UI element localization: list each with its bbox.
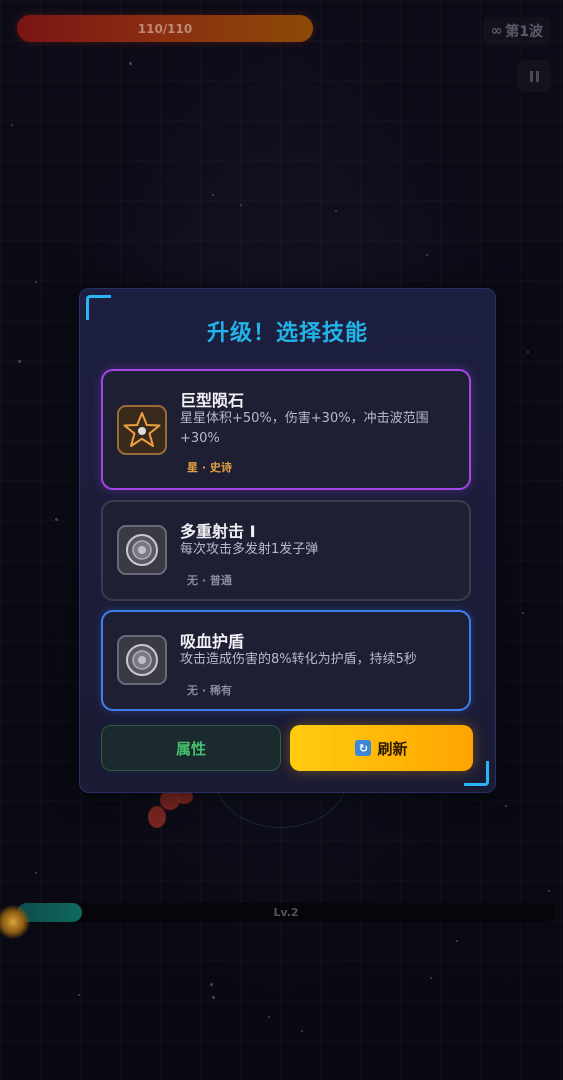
skill-description: 星星体积+50%，伤害+30%，冲击波范围+30% [180,411,429,446]
orb-icon [117,525,167,575]
skill-tag: 无 · 普通 [187,574,232,587]
background-star [426,254,428,256]
skill-name: 巨型陨石 [180,391,245,410]
enemy-blob [148,806,166,828]
refresh-label: 刷新 [377,739,408,758]
background-star [35,281,37,283]
background-star [505,805,507,807]
skill-card-vampire-shield[interactable]: 吸血护盾 攻击造成伤害的8%转化为护盾，持续5秒 无 · 稀有 [101,610,471,711]
background-star [212,194,214,196]
background-star [18,360,21,363]
background-star [35,872,37,874]
background-star [78,994,80,996]
exp-bar: Lv.2 [17,903,555,922]
background-star [210,983,213,986]
pause-icon [535,70,539,82]
background-star [11,124,13,126]
background-star [456,940,458,942]
background-star [212,996,215,999]
background-star [527,351,529,353]
skill-description: 每次攻击多发射1发子弹 [180,542,319,557]
wave-label: 第1波 [505,24,543,40]
infinity-icon: ∞ [490,23,503,39]
background-star [301,1030,303,1032]
background-star [129,62,132,65]
background-star [268,1016,270,1018]
level-up-modal: 升级！选择技能 巨型陨石 星星体积+50%，伤害+30%，冲击波范围+30% 星… [79,288,496,793]
wave-indicator: ∞ 第1波 [482,17,551,45]
modal-title: 升级！选择技能 [206,321,368,346]
skill-tag: 无 · 稀有 [187,684,232,697]
pause-icon [529,70,533,82]
star-icon [117,405,167,455]
background-star [548,890,550,892]
pause-button[interactable] [517,60,551,92]
skill-description: 攻击造成伤害的8%转化为护盾，持续5秒 [180,652,417,667]
attributes-button[interactable]: 属性 [101,725,281,771]
skill-name: 多重射击 I [180,522,256,541]
hp-bar: 110/110 [17,15,313,42]
refresh-icon: ↻ [355,740,372,756]
refresh-button[interactable]: ↻ 刷新 [290,725,473,771]
skill-card-multishot[interactable]: 多重射击 I 每次攻击多发射1发子弹 无 · 普通 [101,500,471,601]
background-star [55,518,58,521]
level-label: Lv.2 [273,906,299,919]
background-star [430,977,432,979]
skill-tag: 星 · 史诗 [187,461,232,474]
skill-name: 吸血护盾 [180,632,245,651]
background-star [522,612,524,614]
orb-icon [117,635,167,685]
background-star [240,204,242,206]
hp-text: 110/110 [137,21,193,36]
skill-card-giant-meteor[interactable]: 巨型陨石 星星体积+50%，伤害+30%，冲击波范围+30% 星 · 史诗 [101,369,471,490]
game-background: 110/110 ∞ 第1波 Lv.2 升级！选择技能 巨型陨石 星星体积+50%… [0,0,563,1080]
background-star [335,210,337,212]
